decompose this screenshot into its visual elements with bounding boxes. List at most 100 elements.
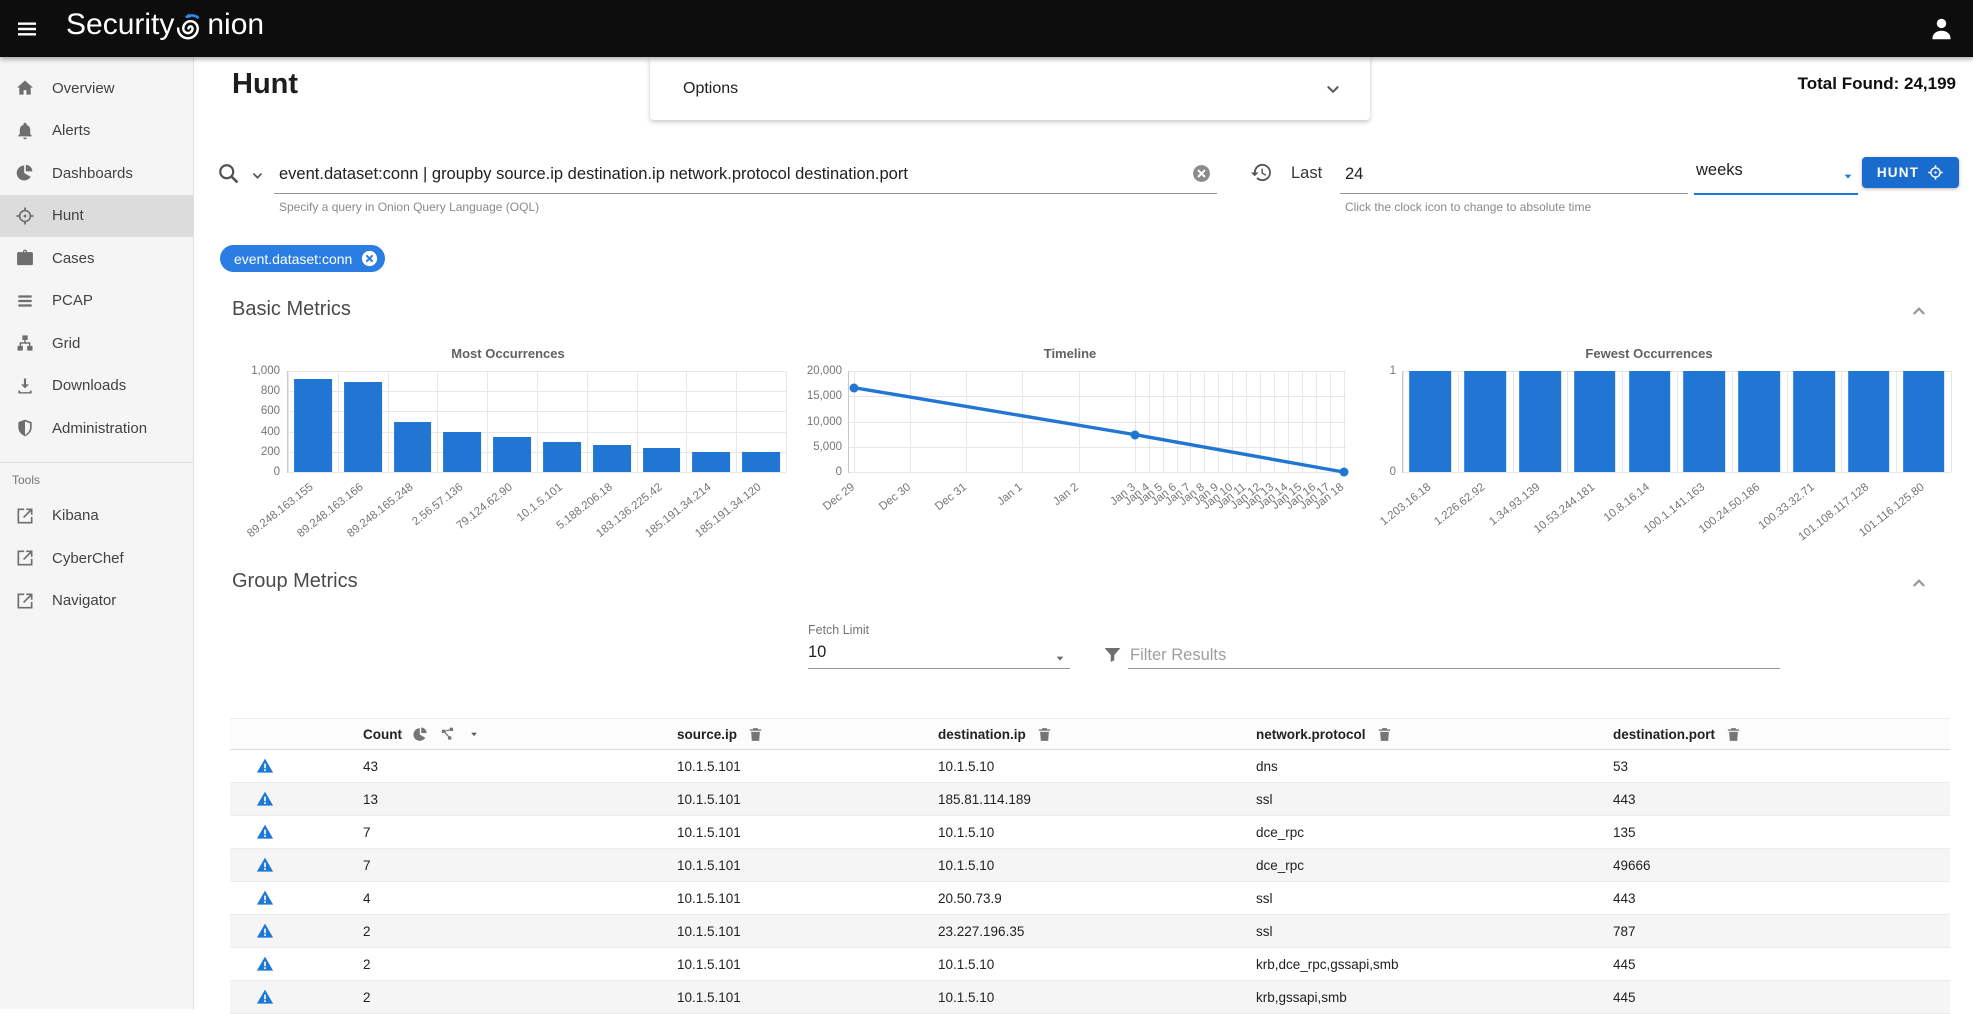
column-header-destination-ip[interactable]: destination.ip xyxy=(938,726,1256,743)
query-hint: Specify a query in Onion Query Language … xyxy=(279,200,539,214)
data-point-dec-29[interactable] xyxy=(849,383,858,392)
warning-triangle-icon[interactable] xyxy=(256,922,274,940)
trash-icon[interactable] xyxy=(747,726,764,743)
column-header-label: destination.ip xyxy=(938,727,1026,742)
sidebar-tool-kibana[interactable]: Kibana xyxy=(0,495,193,538)
gridline xyxy=(1622,371,1623,472)
sidebar-tool-navigator[interactable]: Navigator xyxy=(0,580,193,623)
menu-toggle-button[interactable] xyxy=(15,17,39,41)
y-axis-tick: 20,000 xyxy=(807,365,842,377)
column-header-source-ip[interactable]: source.ip xyxy=(677,726,938,743)
sidebar-item-administration[interactable]: Administration xyxy=(0,407,193,450)
bar-10-53-244-181[interactable] xyxy=(1574,371,1616,472)
bar-2-56-57-136[interactable] xyxy=(443,432,481,472)
warning-triangle-icon[interactable] xyxy=(256,856,274,874)
bar-185-191-34-214[interactable] xyxy=(692,452,730,472)
sidebar-item-alerts[interactable]: Alerts xyxy=(0,110,193,153)
bar-89-248-163-166[interactable] xyxy=(344,382,382,472)
warning-triangle-icon[interactable] xyxy=(256,823,274,841)
bar-89-248-165-248[interactable] xyxy=(394,422,432,473)
options-panel[interactable]: Options xyxy=(650,57,1370,120)
clock-history-button[interactable] xyxy=(1250,161,1273,184)
trash-icon[interactable] xyxy=(1725,726,1742,743)
bar-10-1-5-101[interactable] xyxy=(543,442,581,472)
graph-icon[interactable] xyxy=(439,726,456,743)
sidebar-tool-label: CyberChef xyxy=(52,550,124,567)
sidebar-item-hunt[interactable]: Hunt xyxy=(0,195,193,238)
x-axis-label: 1.203.16.18 xyxy=(1378,481,1433,528)
table-row[interactable]: 1310.1.5.101185.81.114.189ssl443 xyxy=(230,783,1950,816)
cell-count: 43 xyxy=(363,759,677,774)
sidebar-item-overview[interactable]: Overview xyxy=(0,67,193,110)
data-point-jan-3[interactable] xyxy=(1130,430,1139,439)
bar-79-124-62-90[interactable] xyxy=(493,437,531,472)
table-body: 4310.1.5.10110.1.5.10dns53 1310.1.5.1011… xyxy=(230,750,1950,1014)
table-row[interactable]: 210.1.5.10123.227.196.35ssl787 xyxy=(230,915,1950,948)
bar-89-248-163-155[interactable] xyxy=(294,379,332,472)
x-axis-label: 10.1.5.101 xyxy=(514,481,564,524)
gridline xyxy=(288,472,786,473)
duration-input[interactable] xyxy=(1345,161,1680,187)
remove-filter-icon[interactable] xyxy=(360,249,379,268)
table-row[interactable]: 710.1.5.10110.1.5.10dce_rpc49666 xyxy=(230,849,1950,882)
trash-icon[interactable] xyxy=(1036,726,1053,743)
bar-100-24-50-186[interactable] xyxy=(1738,371,1780,472)
sidebar-item-grid[interactable]: Grid xyxy=(0,322,193,365)
sidebar-item-pcap[interactable]: PCAP xyxy=(0,280,193,323)
sidebar-nav: Overview Alerts Dashboards Hunt Cases PC… xyxy=(0,67,193,450)
user-menu-button[interactable] xyxy=(1928,15,1955,42)
bar-5-188-206-18[interactable] xyxy=(593,445,631,472)
bar-100-1-141-163[interactable] xyxy=(1684,371,1726,472)
home-icon xyxy=(15,78,35,98)
table-row[interactable]: 210.1.5.10110.1.5.10krb,gssapi,smb445 xyxy=(230,981,1950,1014)
sidebar-tool-cyberchef[interactable]: CyberChef xyxy=(0,537,193,580)
sidebar-item-downloads[interactable]: Downloads xyxy=(0,365,193,408)
y-axis-tick: 200 xyxy=(261,446,280,458)
hunt-button[interactable]: HUNT xyxy=(1862,157,1959,188)
bar-185-191-34-120[interactable] xyxy=(742,452,780,472)
filter-results-input[interactable] xyxy=(1130,642,1770,668)
cell-source-ip: 10.1.5.101 xyxy=(677,759,938,774)
bar-1-34-93-139[interactable] xyxy=(1519,371,1561,472)
table-row[interactable]: 710.1.5.10110.1.5.10dce_rpc135 xyxy=(230,816,1950,849)
bar-10-8-16-14[interactable] xyxy=(1629,371,1671,472)
collapse-basic-metrics-button[interactable] xyxy=(1908,300,1930,322)
pie-chart-icon[interactable] xyxy=(412,726,429,743)
table-row[interactable]: 4310.1.5.10110.1.5.10dns53 xyxy=(230,750,1950,783)
bar-1-203-16-18[interactable] xyxy=(1410,371,1452,472)
table-row[interactable]: 210.1.5.10110.1.5.10krb,dce_rpc,gssapi,s… xyxy=(230,948,1950,981)
cell-count: 7 xyxy=(363,858,677,873)
gridline xyxy=(437,371,438,472)
bar-101-108-117-128[interactable] xyxy=(1848,371,1890,472)
bar-1-226-62-92[interactable] xyxy=(1464,371,1506,472)
bar-101-116-125-80[interactable] xyxy=(1903,371,1945,472)
warning-triangle-icon[interactable] xyxy=(256,757,274,775)
warning-triangle-icon[interactable] xyxy=(256,790,274,808)
warning-triangle-icon[interactable] xyxy=(256,988,274,1006)
column-header-destination-port[interactable]: destination.port xyxy=(1613,726,1950,743)
collapse-group-metrics-button[interactable] xyxy=(1908,572,1930,594)
warning-triangle-icon[interactable] xyxy=(256,889,274,907)
duration-hint: Click the clock icon to change to absolu… xyxy=(1345,200,1591,214)
warning-triangle-icon[interactable] xyxy=(256,955,274,973)
bar-100-33-32-71[interactable] xyxy=(1793,371,1835,472)
caret-down-icon[interactable] xyxy=(467,727,481,741)
clear-query-button[interactable] xyxy=(1191,163,1212,184)
bar-183-136-225-42[interactable] xyxy=(643,448,681,472)
units-select[interactable]: weeks xyxy=(1696,161,1858,189)
gridline xyxy=(338,371,339,472)
sidebar-item-cases[interactable]: Cases xyxy=(0,237,193,280)
query-input[interactable] xyxy=(279,161,1189,187)
trash-icon[interactable] xyxy=(1376,726,1393,743)
y-axis-tick: 15,000 xyxy=(807,390,842,402)
top-bar: Security nion xyxy=(0,0,1973,57)
filter-chip[interactable]: event.dataset:conn xyxy=(220,245,385,272)
fetch-limit-select[interactable]: 10 xyxy=(808,643,1070,669)
query-history-caret[interactable] xyxy=(249,167,266,184)
external-link-icon xyxy=(15,548,35,568)
table-row[interactable]: 410.1.5.10120.50.73.9ssl443 xyxy=(230,882,1950,915)
column-header-count[interactable]: Count xyxy=(363,726,677,743)
column-header-network-protocol[interactable]: network.protocol xyxy=(1256,726,1613,743)
sidebar-item-dashboards[interactable]: Dashboards xyxy=(0,152,193,195)
page-title: Hunt xyxy=(232,68,298,101)
